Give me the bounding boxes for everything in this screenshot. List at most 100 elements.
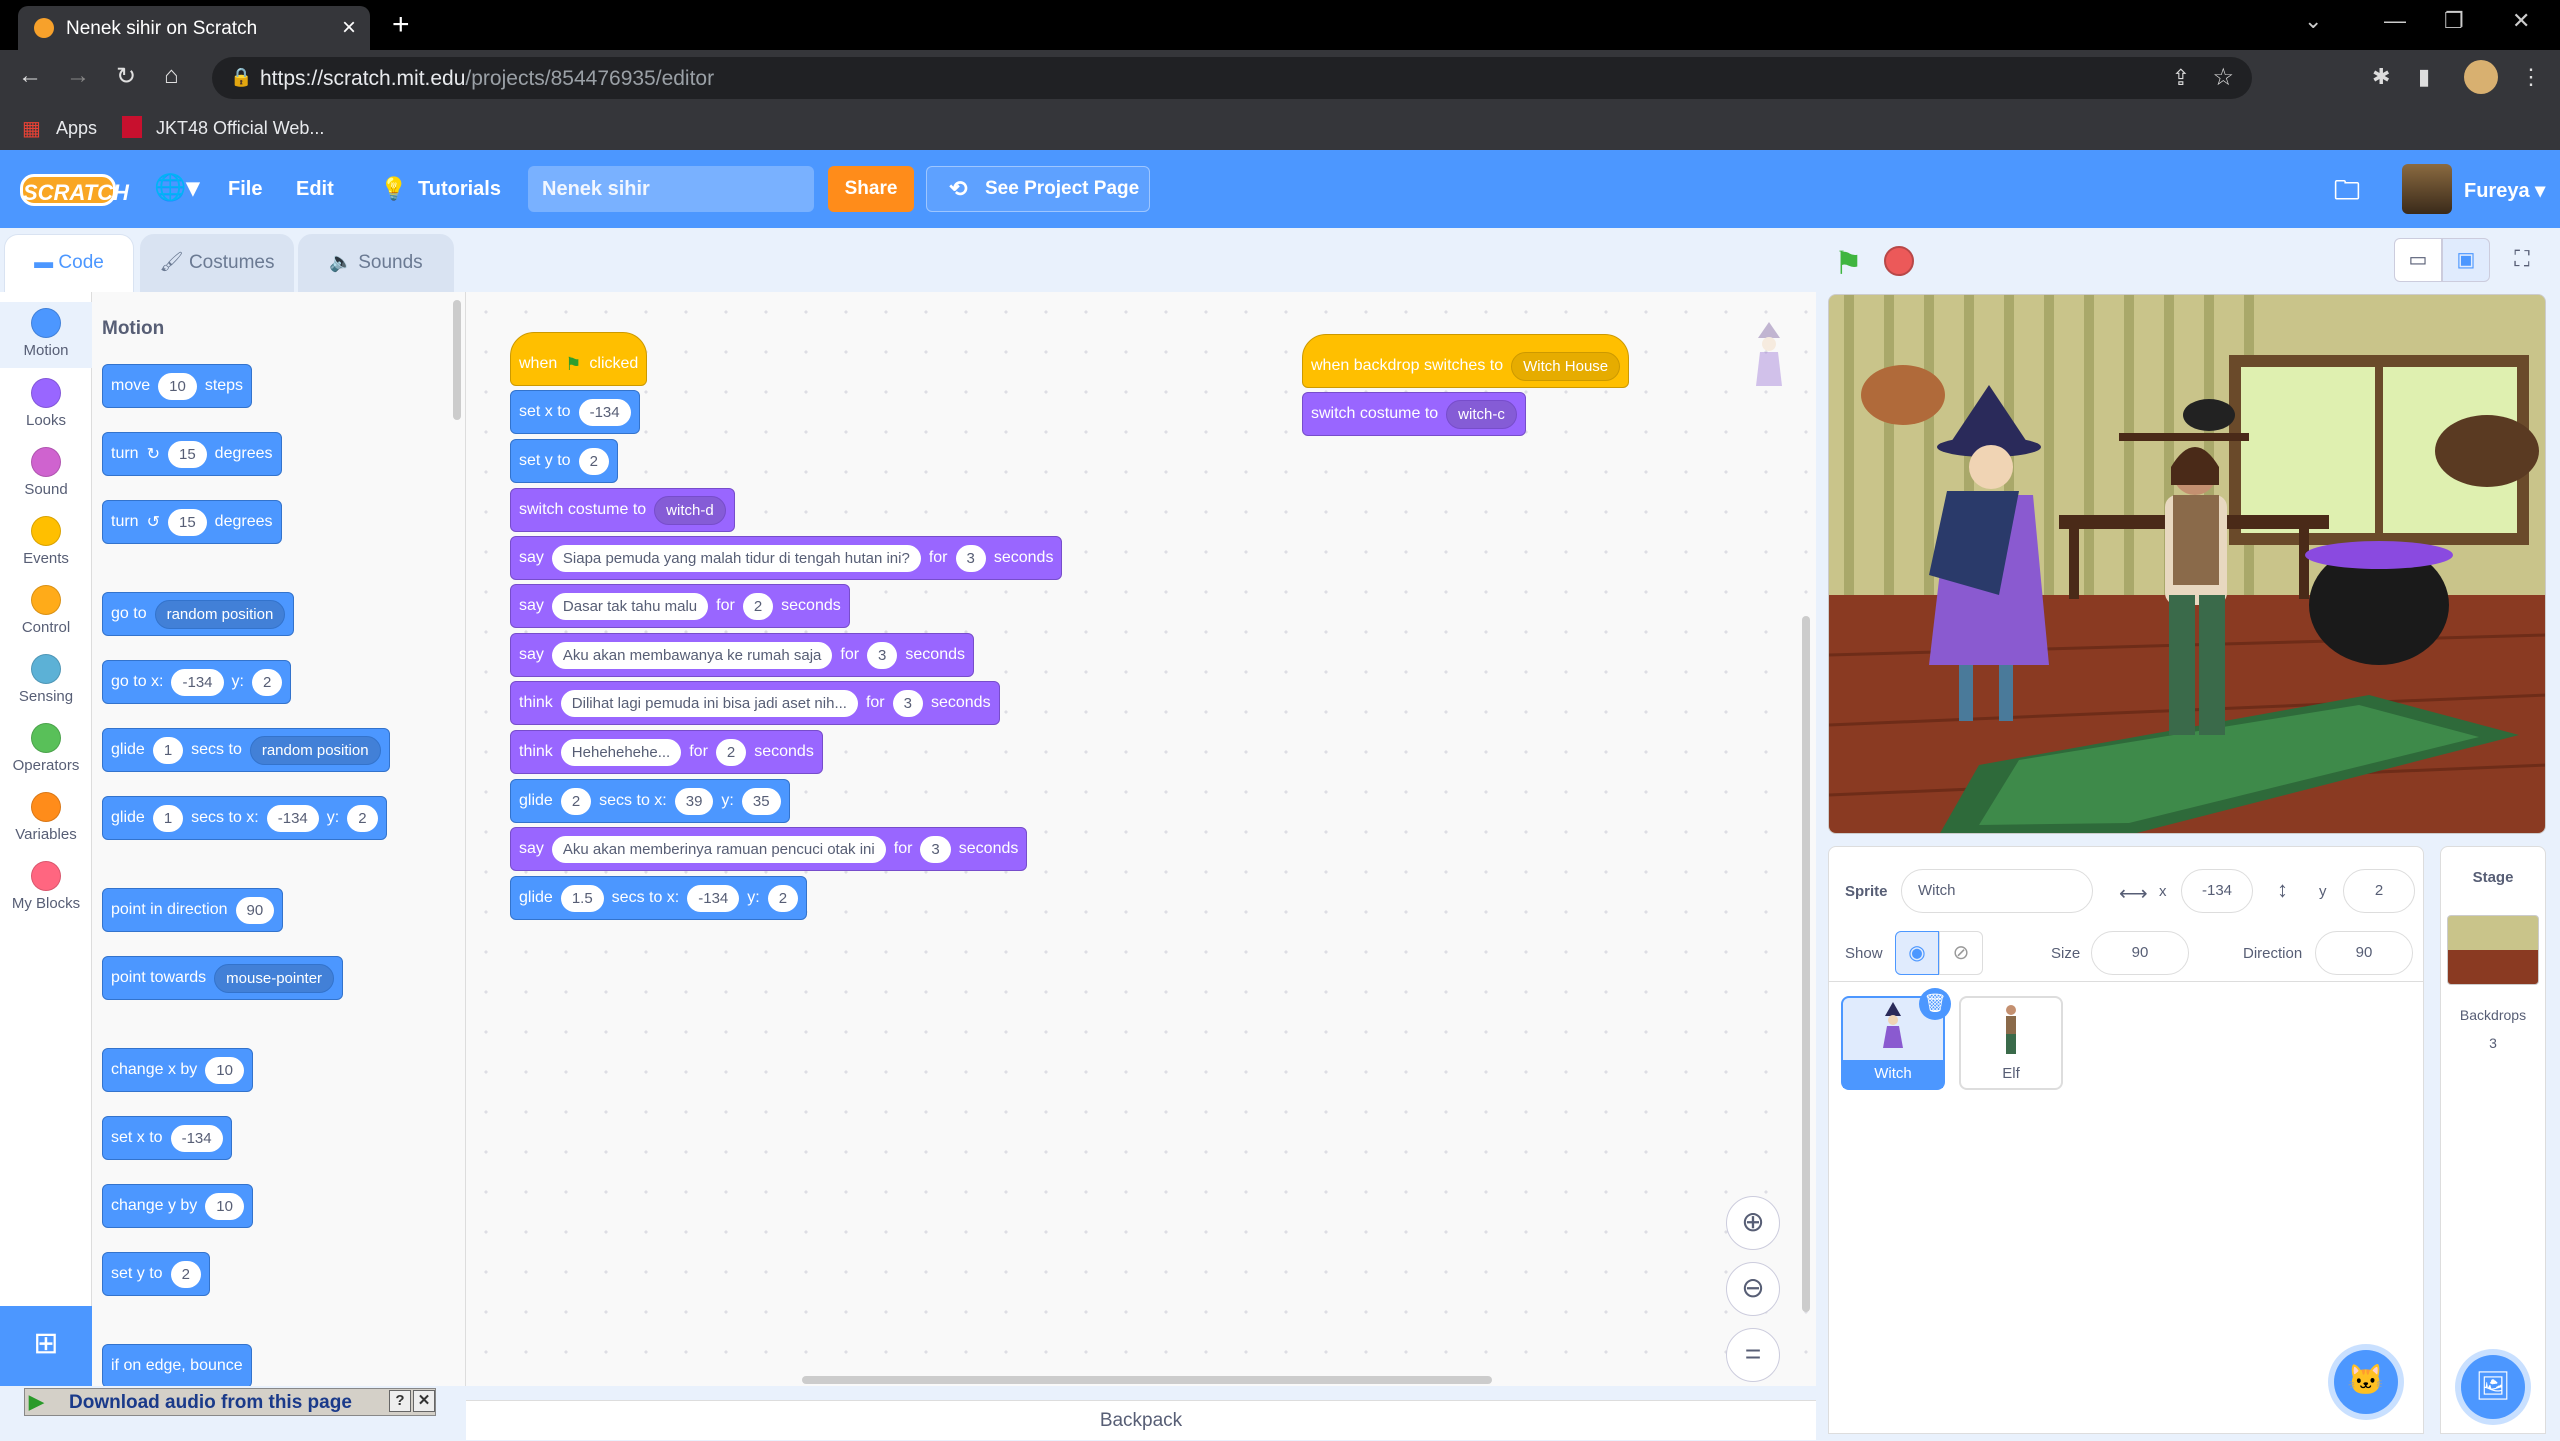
add-extension-icon[interactable]: ⊞ bbox=[0, 1306, 92, 1386]
tutorials-menu[interactable]: Tutorials bbox=[418, 178, 501, 201]
small-stage-icon[interactable]: ▭ bbox=[2394, 238, 2442, 282]
category-my-blocks[interactable]: My Blocks bbox=[0, 861, 92, 912]
glide-to-xy-block[interactable]: glide 2 secs to x: 39 y: 35 bbox=[510, 779, 790, 823]
share-button[interactable]: Share bbox=[828, 166, 914, 212]
turn-right-block[interactable]: turn ↻ 15 degrees bbox=[102, 432, 282, 476]
say-for-secs-block[interactable]: say Siapa pemuda yang malah tidur di teng… bbox=[510, 536, 1063, 580]
fullscreen-icon[interactable]: ⛶ bbox=[2500, 238, 2544, 282]
profile-avatar[interactable] bbox=[2464, 60, 2498, 94]
forward-icon[interactable]: → bbox=[66, 62, 90, 90]
choose-sprite-icon[interactable]: 🐱 bbox=[2334, 1350, 2398, 1414]
point-in-direction-block[interactable]: point in direction 90 bbox=[102, 888, 284, 932]
set-y-block[interactable]: set y to 2 bbox=[510, 439, 618, 483]
green-flag-button[interactable]: ⚑ bbox=[1834, 244, 1863, 282]
zoom-reset-icon[interactable]: = bbox=[1726, 1328, 1780, 1382]
turn-left-block[interactable]: turn ↺ 15 degrees bbox=[102, 500, 282, 544]
reload-icon[interactable]: ↻ bbox=[116, 62, 136, 91]
hide-eye-icon[interactable]: ⊘ bbox=[1939, 931, 1983, 975]
tab-sounds[interactable]: 🔈 Sounds bbox=[298, 234, 454, 292]
category-operators[interactable]: Operators bbox=[0, 723, 92, 774]
go-to-xy-block[interactable]: go to x: -134 y: 2 bbox=[102, 660, 292, 704]
see-project-page-button[interactable]: ⟲ See Project Page bbox=[926, 166, 1150, 212]
category-motion[interactable]: Motion bbox=[0, 302, 92, 368]
tab-costumes[interactable]: 🖌 Costumes bbox=[140, 234, 294, 292]
close-tab-icon[interactable]: × bbox=[342, 14, 356, 42]
file-menu[interactable]: File bbox=[228, 178, 262, 201]
new-tab-icon[interactable]: + bbox=[392, 8, 410, 42]
browser-tab[interactable]: Nenek sihir on Scratch × bbox=[18, 6, 370, 50]
say-for-secs-block[interactable]: say Dasar tak tahu malu for 2 seconds bbox=[510, 584, 850, 628]
script-workspace[interactable]: when ⚑ clicked set x to -134 set y to 2 swit… bbox=[466, 292, 1816, 1386]
choose-backdrop-icon[interactable]: 🖼 bbox=[2461, 1355, 2525, 1419]
move-steps-block[interactable]: move 10 steps bbox=[102, 364, 253, 408]
share-page-icon[interactable]: ⇪ bbox=[2172, 65, 2190, 91]
category-looks[interactable]: Looks bbox=[0, 378, 92, 429]
point-towards-block[interactable]: point towards mouse-pointer bbox=[102, 956, 344, 1000]
back-icon[interactable]: ← bbox=[18, 62, 42, 90]
set-x-block[interactable]: set x to -134 bbox=[510, 390, 640, 434]
glide-to-xy-block[interactable]: glide 1.5 secs to x: -134 y: 2 bbox=[510, 876, 808, 920]
change-y-block[interactable]: change y by 10 bbox=[102, 1184, 253, 1228]
sprite-thumb-witch[interactable]: Witch 🗑 bbox=[1841, 988, 1951, 1090]
help-icon[interactable]: ? bbox=[389, 1390, 411, 1412]
stop-button[interactable] bbox=[1884, 246, 1914, 276]
scratch-logo[interactable]: SCRATCH bbox=[20, 174, 129, 206]
my-stuff-folder-icon[interactable]: 🗀 bbox=[2334, 172, 2360, 216]
category-sound[interactable]: Sound bbox=[0, 447, 92, 498]
glide-to-block[interactable]: glide 1 secs to random position bbox=[102, 728, 390, 772]
category-events[interactable]: Events bbox=[0, 516, 92, 567]
x-input[interactable]: -134 bbox=[2181, 869, 2253, 913]
user-avatar[interactable] bbox=[2402, 164, 2452, 214]
bookmark-apps[interactable]: Apps bbox=[56, 118, 97, 139]
close-icon[interactable]: ✕ bbox=[413, 1390, 435, 1412]
sprite-thumb-elf[interactable]: Elf bbox=[1959, 996, 2063, 1090]
minimize-icon[interactable]: — bbox=[2384, 8, 2406, 34]
bookmark-jkt48[interactable]: JKT48 Official Web... bbox=[156, 118, 324, 139]
browser-menu-icon[interactable]: ⋮ bbox=[2520, 64, 2542, 90]
workspace-v-scrollbar[interactable] bbox=[1802, 616, 1810, 1312]
set-x-block[interactable]: set x to -134 bbox=[102, 1116, 232, 1160]
large-stage-icon[interactable]: ▣ bbox=[2442, 238, 2490, 282]
category-control[interactable]: Control bbox=[0, 585, 92, 636]
omnibox[interactable]: 🔒 https://scratch.mit.edu/projects/85447… bbox=[212, 57, 2252, 99]
direction-input[interactable]: 90 bbox=[2315, 931, 2413, 975]
size-input[interactable]: 90 bbox=[2091, 931, 2189, 975]
say-for-secs-block[interactable]: say Aku akan membawanya ke rumah saja for 3… bbox=[510, 633, 974, 677]
think-for-secs-block[interactable]: think Dilihat lagi pemuda ini bisa jadi a… bbox=[510, 681, 1000, 725]
delete-sprite-icon[interactable]: 🗑 bbox=[1919, 988, 1951, 1020]
download-audio-link[interactable]: Download audio from this page bbox=[69, 1392, 352, 1414]
set-y-block[interactable]: set y to 2 bbox=[102, 1252, 210, 1296]
stage-canvas[interactable] bbox=[1828, 294, 2546, 834]
bookmark-star-icon[interactable]: ☆ bbox=[2212, 63, 2234, 92]
project-title-input[interactable]: Nenek sihir bbox=[528, 166, 814, 212]
stage-selector[interactable]: Stage Backdrops 3 🖼 bbox=[2440, 846, 2546, 1434]
go-to-block[interactable]: go to random position bbox=[102, 592, 295, 636]
extensions-icon[interactable]: ✱ bbox=[2372, 64, 2390, 90]
if-on-edge-bounce-block[interactable]: if on edge, bounce bbox=[102, 1344, 252, 1386]
username-menu[interactable]: Fureya ▾ bbox=[2464, 178, 2545, 203]
backpack[interactable]: Backpack bbox=[466, 1400, 1816, 1440]
change-x-block[interactable]: change x by 10 bbox=[102, 1048, 253, 1092]
say-for-secs-block[interactable]: say Aku akan memberinya ramuan pencuci ot… bbox=[510, 827, 1028, 871]
home-icon[interactable]: ⌂ bbox=[164, 62, 179, 90]
tab-code[interactable]: ▬ Code bbox=[4, 234, 134, 292]
close-window-icon[interactable]: ✕ bbox=[2512, 8, 2530, 34]
restore-icon[interactable]: ❐ bbox=[2444, 8, 2464, 34]
side-panel-icon[interactable]: ▮ bbox=[2418, 64, 2430, 90]
when-backdrop-switches-block[interactable]: when backdrop switches to Witch House bbox=[1302, 334, 1630, 388]
workspace-h-scrollbar[interactable] bbox=[802, 1376, 1492, 1384]
glide-to-xy-block[interactable]: glide 1 secs to x: -134 y: 2 bbox=[102, 796, 387, 840]
category-variables[interactable]: Variables bbox=[0, 792, 92, 843]
show-eye-icon[interactable]: ◉ bbox=[1895, 931, 1939, 975]
palette-scrollbar[interactable] bbox=[453, 300, 461, 420]
category-sensing[interactable]: Sensing bbox=[0, 654, 92, 705]
y-input[interactable]: 2 bbox=[2343, 869, 2415, 913]
when-flag-clicked-block[interactable]: when ⚑ clicked bbox=[510, 332, 648, 386]
edit-menu[interactable]: Edit bbox=[296, 178, 334, 201]
sprite-name-input[interactable]: Witch bbox=[1901, 869, 2093, 913]
switch-costume-block[interactable]: switch costume to witch-c bbox=[1302, 392, 1526, 436]
language-globe-icon[interactable]: 🌐▾ bbox=[154, 172, 199, 203]
think-for-secs-block[interactable]: think Hehehehehe... for 2 seconds bbox=[510, 730, 823, 774]
tab-search-icon[interactable]: ⌄ bbox=[2304, 8, 2322, 34]
switch-costume-block[interactable]: switch costume to witch-d bbox=[510, 488, 735, 532]
